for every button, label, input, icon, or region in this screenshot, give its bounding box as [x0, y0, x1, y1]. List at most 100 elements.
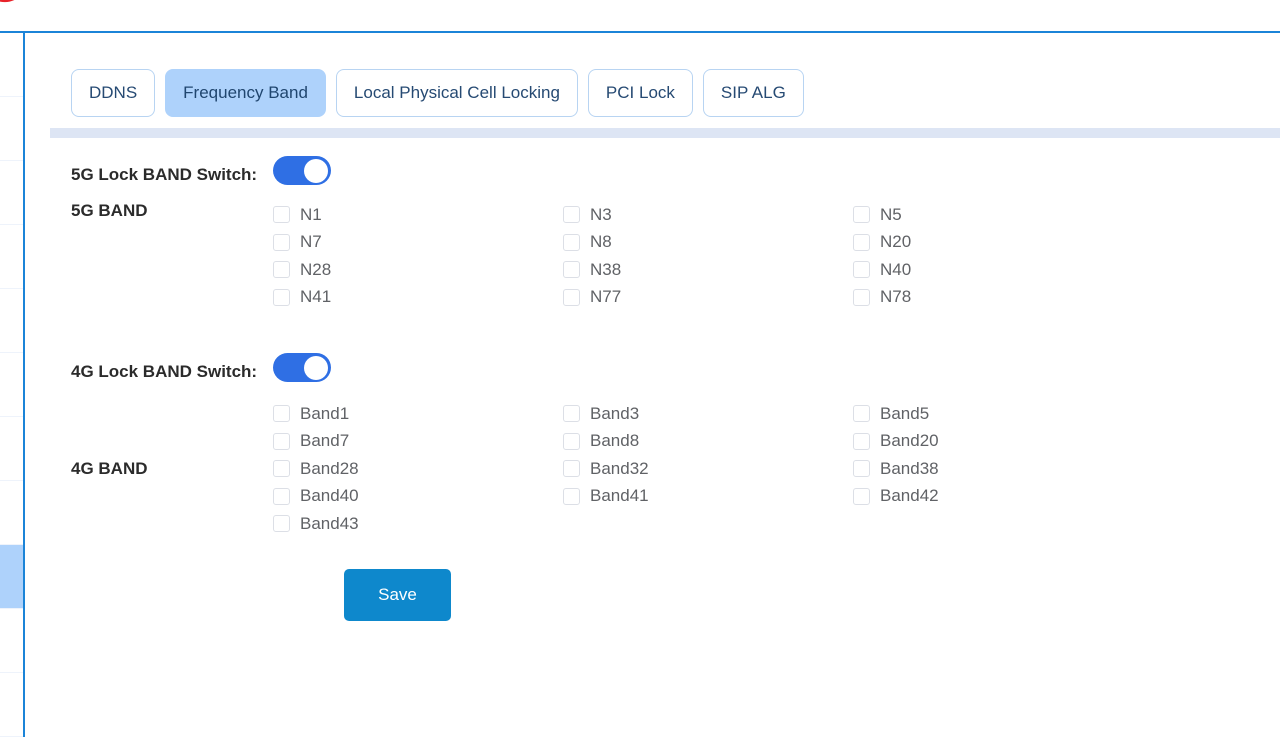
row-4g-bands: 4G BAND Band1 Band7 Band28 Band40 Band43… [27, 400, 1280, 538]
checkbox-icon[interactable] [853, 261, 870, 279]
checkbox-item[interactable]: Band20 [853, 428, 1143, 456]
sidebar-item[interactable] [0, 481, 23, 545]
sidebar-item[interactable] [0, 161, 23, 225]
checkbox-icon[interactable] [563, 233, 580, 251]
checkbox-label: Band20 [880, 431, 939, 451]
checkbox-icon[interactable] [273, 206, 290, 224]
checkbox-icon[interactable] [563, 460, 580, 478]
checkbox-item[interactable]: Band8 [563, 428, 853, 456]
checkbox-item[interactable]: Band42 [853, 483, 1143, 511]
tab-ddns[interactable]: DDNS [71, 69, 156, 117]
checkbox-label: N28 [300, 259, 332, 279]
checkbox-item[interactable]: N3 [563, 201, 853, 229]
checkbox-item[interactable]: N38 [563, 256, 853, 284]
checkbox-icon[interactable] [853, 206, 870, 224]
checkbox-icon[interactable] [273, 432, 290, 450]
checkbox-item[interactable]: N8 [563, 229, 853, 257]
checkbox-label: Band1 [300, 403, 350, 423]
sidebar [0, 33, 25, 737]
checkbox-label: N5 [880, 204, 902, 224]
checkbox-label: N8 [590, 232, 612, 252]
checkbox-icon[interactable] [563, 206, 580, 224]
checkbox-item[interactable]: N41 [273, 284, 563, 312]
sidebar-item-active[interactable] [0, 545, 23, 609]
sidebar-item[interactable] [0, 417, 23, 481]
label-4g-lock-switch: 4G Lock BAND Switch: [71, 362, 258, 381]
checkbox-icon[interactable] [563, 432, 580, 450]
checkbox-label: Band42 [880, 486, 939, 506]
checkbox-icon[interactable] [853, 487, 870, 505]
label-5g-lock-switch: 5G Lock BAND Switch: [71, 165, 258, 184]
checkbox-label: Band41 [590, 486, 649, 506]
toggle-knob [304, 355, 328, 380]
checkbox-item[interactable]: N40 [853, 256, 1143, 284]
band-column: N3 N8 N38 N77 [563, 201, 853, 311]
checkbox-icon[interactable] [563, 261, 580, 279]
grid-4g-bands: Band1 Band7 Band28 Band40 Band43 Band3 B… [273, 400, 1143, 538]
sidebar-item[interactable] [0, 609, 23, 673]
checkbox-item[interactable]: Band41 [563, 483, 853, 511]
checkbox-icon[interactable] [853, 233, 870, 251]
tabs-divider [50, 128, 1280, 138]
tab-bar: DDNS Frequency Band Local Physical Cell … [71, 69, 804, 117]
checkbox-icon[interactable] [273, 288, 290, 306]
sidebar-item[interactable] [0, 673, 23, 737]
checkbox-icon[interactable] [273, 405, 290, 423]
checkbox-icon[interactable] [273, 233, 290, 251]
checkbox-label: Band38 [880, 458, 939, 478]
checkbox-item[interactable]: N77 [563, 284, 853, 312]
toggle-5g-lock-band-switch[interactable] [273, 156, 331, 185]
save-row: Save [27, 568, 1280, 621]
checkbox-item[interactable]: Band28 [273, 455, 563, 483]
tab-frequency-band[interactable]: Frequency Band [165, 69, 326, 117]
tab-local-physical-cell-locking[interactable]: Local Physical Cell Locking [335, 69, 578, 117]
sidebar-item[interactable] [0, 225, 23, 289]
checkbox-item[interactable]: N78 [853, 284, 1143, 312]
brand-logo-icon [0, 0, 28, 18]
checkbox-item[interactable]: Band38 [853, 455, 1143, 483]
checkbox-icon[interactable] [273, 460, 290, 478]
checkbox-item[interactable]: N1 [273, 201, 563, 229]
checkbox-item[interactable]: Band7 [273, 428, 563, 456]
checkbox-label: Band3 [590, 403, 640, 423]
tab-pci-lock[interactable]: PCI Lock [587, 69, 693, 117]
checkbox-icon[interactable] [273, 515, 290, 533]
checkbox-icon[interactable] [853, 288, 870, 306]
checkbox-item[interactable]: N5 [853, 201, 1143, 229]
checkbox-icon[interactable] [853, 460, 870, 478]
checkbox-icon[interactable] [273, 261, 290, 279]
checkbox-icon[interactable] [853, 405, 870, 423]
sidebar-item[interactable] [0, 97, 23, 161]
checkbox-item[interactable]: Band40 [273, 483, 563, 511]
row-5g-bands: 5G BAND N1 N7 N28 N41 N3 N8 N38 N77 N5 N… [27, 201, 1280, 311]
checkbox-item[interactable]: N7 [273, 229, 563, 257]
grid-5g-bands: N1 N7 N28 N41 N3 N8 N38 N77 N5 N20 N40 N… [273, 201, 1143, 311]
checkbox-label: N3 [590, 204, 612, 224]
checkbox-item[interactable]: Band1 [273, 400, 563, 428]
sidebar-item[interactable] [0, 33, 23, 97]
checkbox-item[interactable]: Band5 [853, 400, 1143, 428]
tab-sip-alg[interactable]: SIP ALG [702, 69, 804, 117]
checkbox-label: Band8 [590, 431, 640, 451]
sidebar-item[interactable] [0, 289, 23, 353]
checkbox-label: N1 [300, 204, 322, 224]
toggle-4g-lock-band-switch[interactable] [273, 353, 331, 382]
checkbox-item[interactable]: Band43 [273, 510, 563, 538]
checkbox-label: N7 [300, 232, 322, 252]
band-column: Band1 Band7 Band28 Band40 Band43 [273, 400, 563, 538]
checkbox-item[interactable]: Band3 [563, 400, 853, 428]
checkbox-icon[interactable] [563, 487, 580, 505]
checkbox-icon[interactable] [853, 432, 870, 450]
checkbox-label: Band7 [300, 431, 350, 451]
checkbox-icon[interactable] [563, 288, 580, 306]
band-column: N1 N7 N28 N41 [273, 201, 563, 311]
checkbox-icon[interactable] [273, 487, 290, 505]
label-5g-band: 5G BAND [71, 201, 148, 220]
checkbox-icon[interactable] [563, 405, 580, 423]
save-button[interactable]: Save [344, 568, 451, 621]
sidebar-item[interactable] [0, 353, 23, 417]
checkbox-item[interactable]: Band32 [563, 455, 853, 483]
checkbox-item[interactable]: N20 [853, 229, 1143, 257]
checkbox-item[interactable]: N28 [273, 256, 563, 284]
content-pane: DDNS Frequency Band Local Physical Cell … [27, 33, 1280, 737]
